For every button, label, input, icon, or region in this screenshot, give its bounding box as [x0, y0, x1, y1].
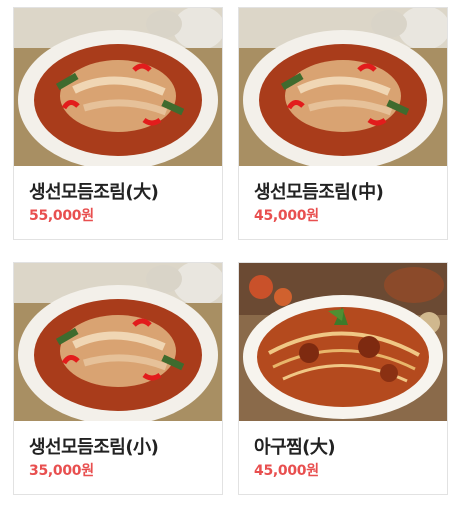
product-card[interactable]: 생선모듬조림(中) 45,000원 — [238, 7, 448, 240]
product-image[interactable] — [14, 263, 222, 421]
product-price: 55,000원 — [29, 208, 94, 224]
product-name[interactable]: 생선모듬조림(中) — [254, 178, 384, 204]
product-name[interactable]: 아구찜(大) — [254, 433, 336, 459]
product-image[interactable] — [14, 8, 222, 166]
product-price: 35,000원 — [29, 463, 94, 479]
product-card[interactable]: 생선모듬조림(小) 35,000원 — [13, 262, 223, 495]
product-price: 45,000원 — [254, 208, 319, 224]
product-image[interactable] — [239, 263, 447, 421]
product-image[interactable] — [239, 8, 447, 166]
product-price: 45,000원 — [254, 463, 319, 479]
product-card[interactable]: 생선모듬조림(大) 55,000원 — [13, 7, 223, 240]
product-card[interactable]: 아구찜(大) 45,000원 — [238, 262, 448, 495]
product-name[interactable]: 생선모듬조림(大) — [29, 178, 159, 204]
product-name[interactable]: 생선모듬조림(小) — [29, 433, 159, 459]
